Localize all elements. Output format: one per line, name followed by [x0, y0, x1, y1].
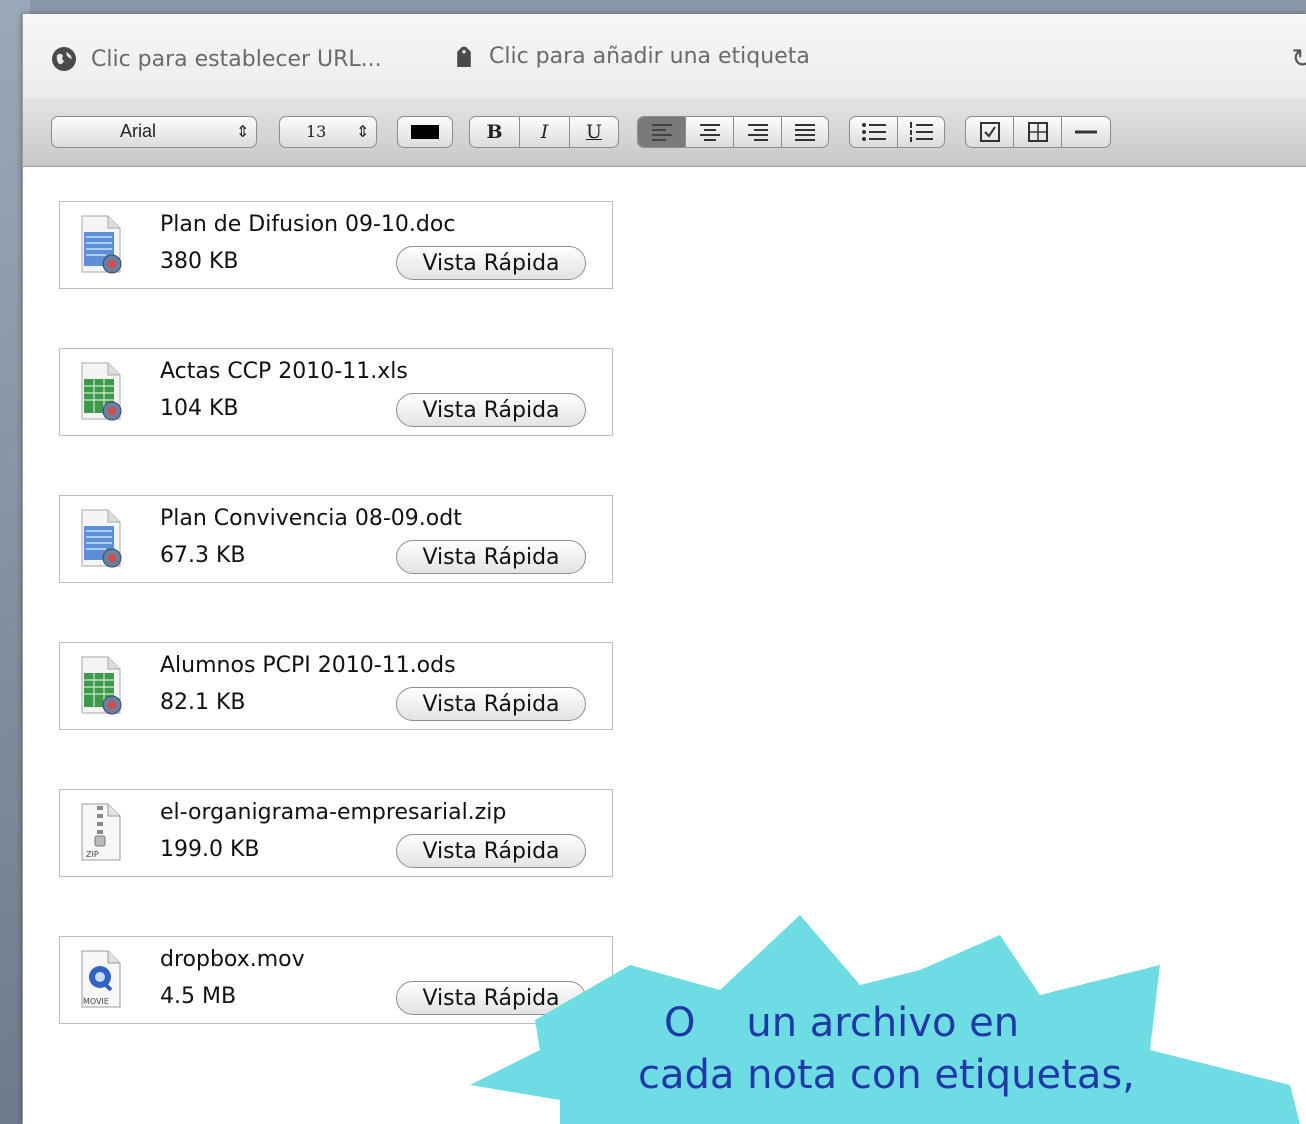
attachment-name: Alumnos PCPI 2010-11.ods — [160, 653, 456, 678]
color-swatch-icon — [411, 125, 439, 139]
callout-line-1: O un archivo en — [664, 1000, 1020, 1046]
attachment-size: 67.3 KB — [160, 543, 246, 568]
attachment-item[interactable]: ZIP el-organigrama-empresarial.zip 199.0… — [59, 789, 613, 877]
bullet-list-button[interactable] — [850, 117, 898, 147]
underline-button[interactable]: U — [570, 117, 618, 147]
font-size-value: 13 — [306, 122, 327, 141]
refresh-icon[interactable]: ↻ — [1291, 44, 1306, 74]
attachment-item[interactable]: Actas CCP 2010-11.xls 104 KB Vista Rápid… — [59, 348, 613, 436]
align-center-icon — [699, 124, 720, 141]
quick-look-button[interactable]: Vista Rápida — [396, 246, 586, 280]
text-color-button[interactable] — [397, 116, 453, 148]
bold-button[interactable]: B — [470, 117, 520, 147]
add-tag-label: Clic para añadir una etiqueta — [489, 43, 810, 69]
font-select-value: Arial — [120, 121, 157, 141]
align-left-button[interactable] — [638, 117, 686, 147]
font-select[interactable]: Arial ⇕ — [51, 116, 257, 148]
bullet-list-icon — [861, 123, 886, 141]
numbered-list-button[interactable] — [898, 117, 944, 147]
attachment-size: 199.0 KB — [160, 837, 260, 862]
attachment-name: Plan Convivencia 08-09.odt — [160, 506, 462, 531]
globe-icon — [52, 47, 76, 71]
spreadsheet-icon — [81, 656, 122, 715]
set-url-label: Clic para establecer URL... — [91, 46, 382, 72]
set-url-control[interactable]: Clic para establecer URL... — [51, 46, 382, 72]
align-justify-icon — [795, 124, 815, 141]
word-document-icon — [81, 509, 122, 568]
updown-arrows-icon: ⇕ — [356, 122, 370, 141]
word-document-icon — [81, 215, 122, 274]
attachment-name: el-organigrama-empresarial.zip — [160, 800, 507, 825]
spreadsheet-icon — [81, 362, 122, 421]
svg-text:ZIP: ZIP — [86, 850, 99, 859]
callout-line-2: cada nota con etiquetas, — [638, 1052, 1135, 1098]
checkbox-button[interactable] — [966, 117, 1014, 147]
align-justify-button[interactable] — [782, 117, 828, 147]
attachment-item[interactable]: Plan Convivencia 08-09.odt 67.3 KB Vista… — [59, 495, 613, 583]
italic-button[interactable]: I — [520, 117, 570, 147]
attachment-item[interactable]: Plan de Difusion 09-10.doc 380 KB Vista … — [59, 201, 613, 289]
horizontal-rule-icon — [1075, 130, 1097, 134]
table-button[interactable] — [1014, 117, 1062, 147]
attachment-item[interactable]: MOVIE dropbox.mov 4.5 MB Vista Rápida — [59, 936, 613, 1024]
attachment-name: Plan de Difusion 09-10.doc — [160, 212, 456, 237]
add-tag-control[interactable]: Clic para añadir una etiqueta — [453, 42, 810, 70]
attachment-name: Actas CCP 2010-11.xls — [160, 359, 408, 384]
table-icon — [1027, 122, 1048, 142]
font-size-select[interactable]: 13 ⇕ — [279, 116, 377, 148]
movie-file-icon: MOVIE — [81, 950, 121, 1008]
text-style-group: B I U — [469, 116, 619, 148]
attachment-size: 82.1 KB — [160, 690, 246, 715]
quick-look-button[interactable]: Vista Rápida — [396, 540, 586, 574]
horizontal-rule-button[interactable] — [1062, 117, 1110, 147]
numbered-list-icon — [910, 122, 933, 142]
attachment-size: 380 KB — [160, 249, 239, 274]
note-url-bar: Clic para establecer URL... Clic para añ… — [23, 14, 1306, 99]
insert-group — [965, 116, 1111, 148]
attachment-size: 4.5 MB — [160, 984, 237, 1009]
attachment-item[interactable]: Alumnos PCPI 2010-11.ods 82.1 KB Vista R… — [59, 642, 613, 730]
attachment-name: dropbox.mov — [160, 947, 305, 972]
align-left-icon — [651, 124, 672, 141]
quick-look-button[interactable]: Vista Rápida — [396, 687, 586, 721]
zip-archive-icon: ZIP — [81, 803, 121, 861]
note-body[interactable]: Plan de Difusion 09-10.doc 380 KB Vista … — [23, 167, 1306, 1124]
formatting-toolbar: Arial ⇕ 13 ⇕ B I U — [23, 98, 1306, 167]
quick-look-button[interactable]: Vista Rápida — [396, 393, 586, 427]
updown-arrows-icon: ⇕ — [236, 122, 250, 141]
align-right-icon — [747, 124, 768, 141]
list-group — [849, 116, 945, 148]
quick-look-button[interactable]: Vista Rápida — [396, 834, 586, 868]
checkbox-icon — [979, 122, 1000, 142]
quick-look-button[interactable]: Vista Rápida — [396, 981, 586, 1015]
note-editor-window: Clic para establecer URL... Clic para añ… — [22, 14, 1306, 1124]
align-right-button[interactable] — [734, 117, 782, 147]
attachment-size: 104 KB — [160, 396, 239, 421]
svg-text:MOVIE: MOVIE — [83, 997, 109, 1006]
alignment-group — [637, 116, 829, 148]
align-center-button[interactable] — [686, 117, 734, 147]
tag-icon — [457, 46, 471, 67]
